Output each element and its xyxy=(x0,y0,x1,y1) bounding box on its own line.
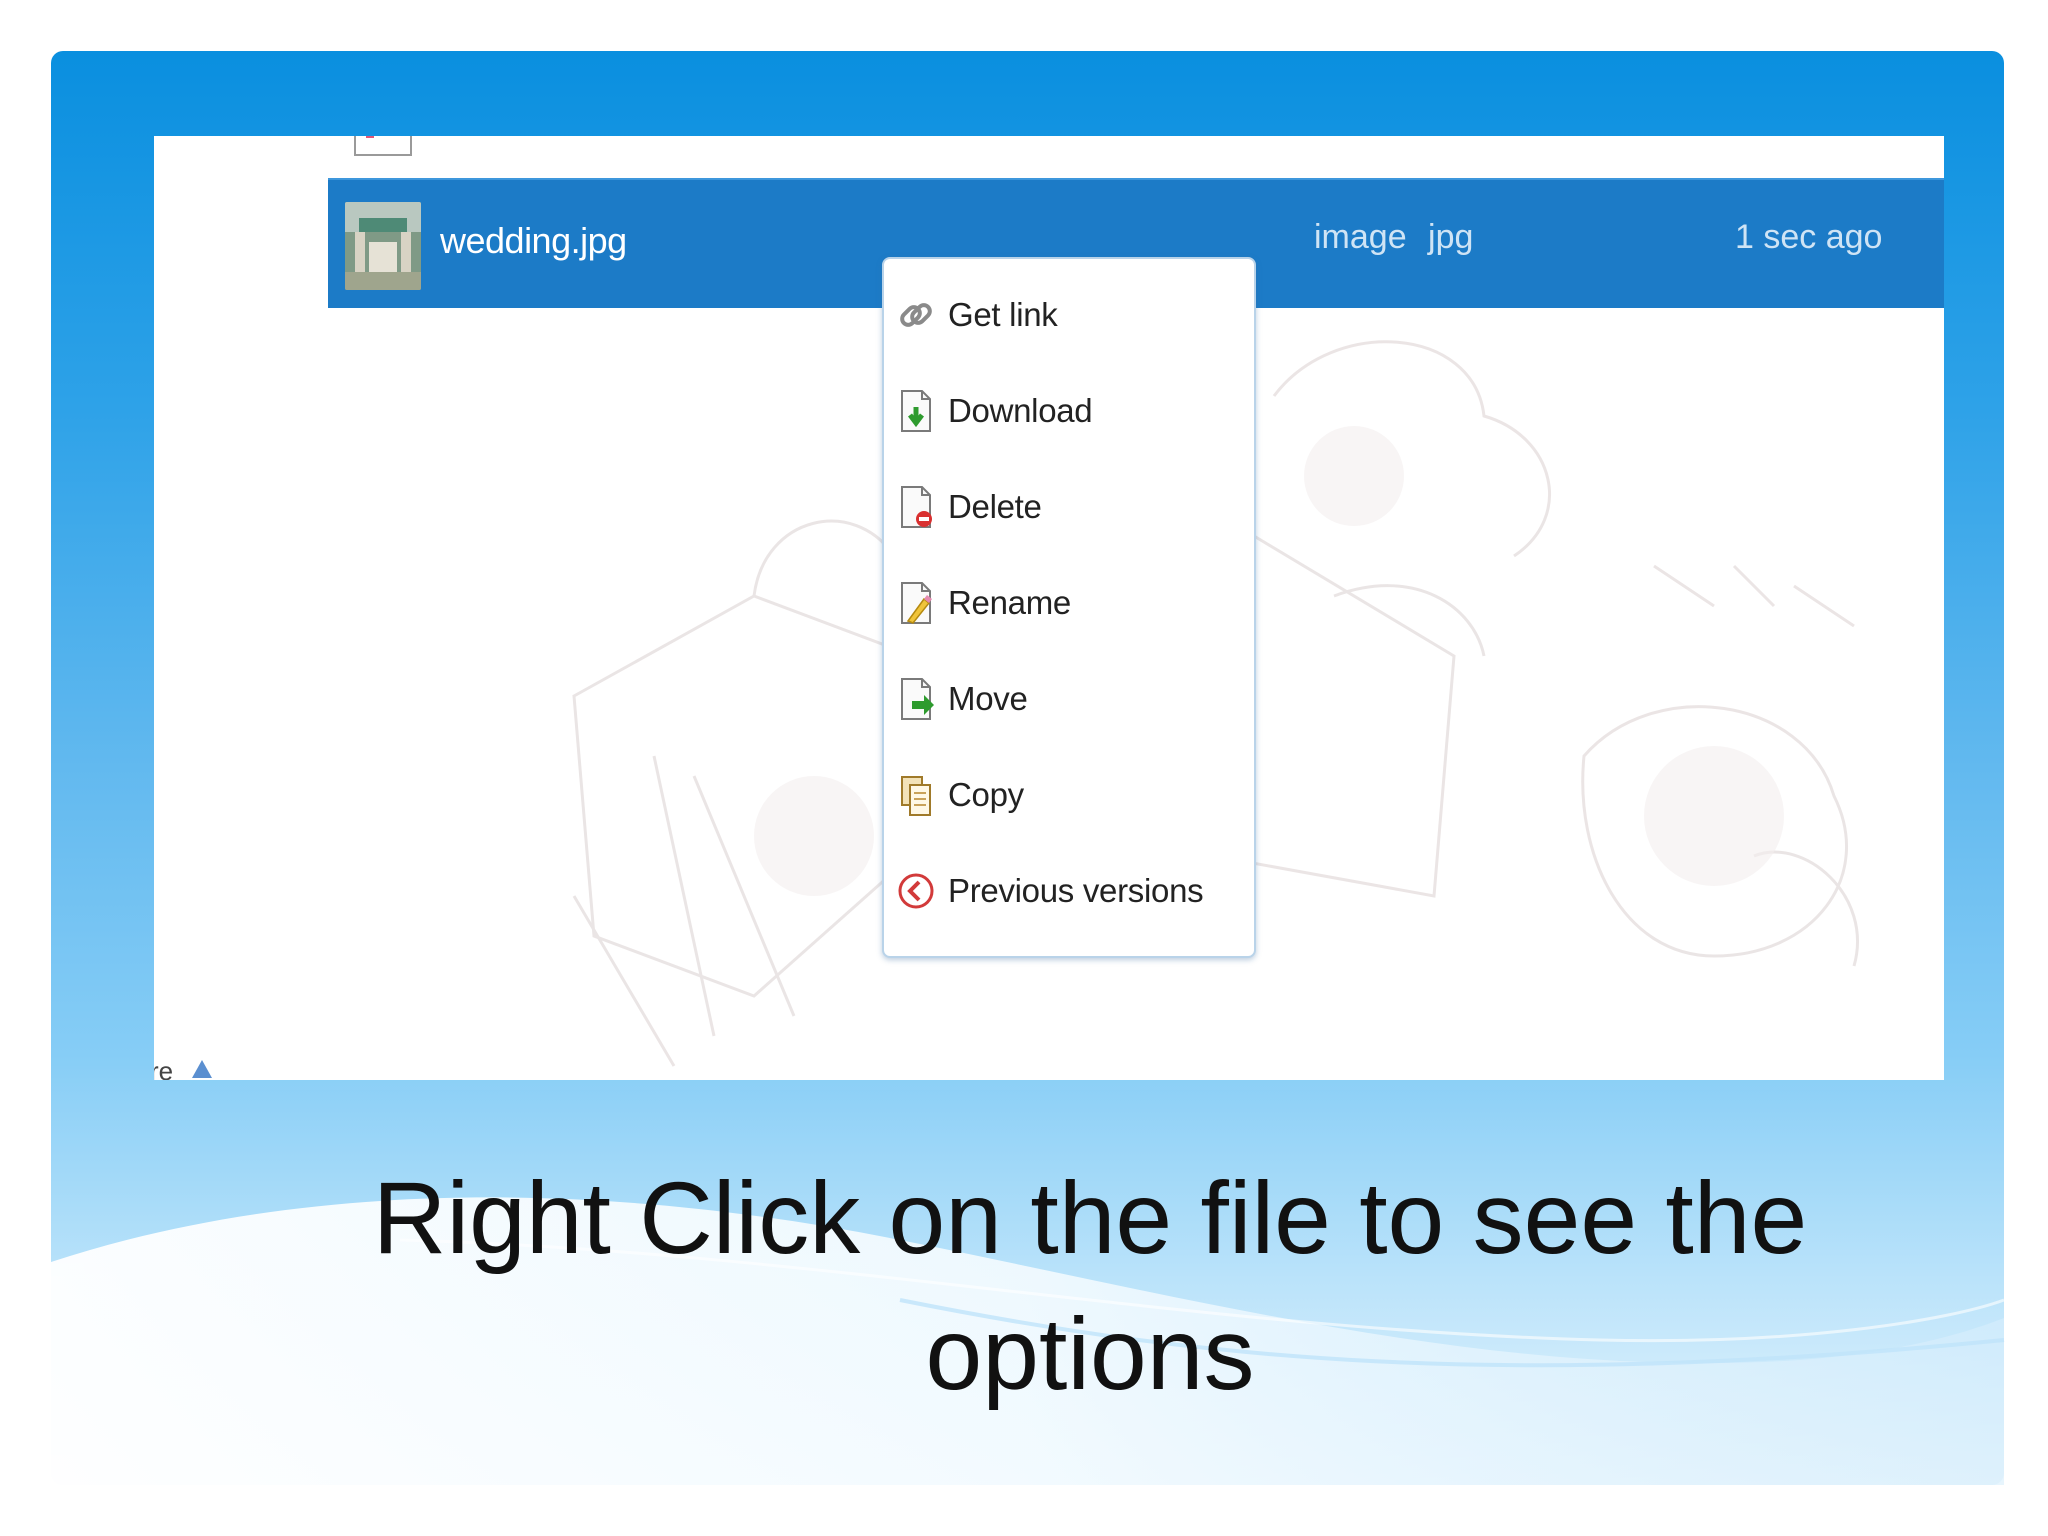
menu-label: Delete xyxy=(948,488,1042,525)
menu-label: Rename xyxy=(948,584,1071,621)
menu-item-rename[interactable]: Rename xyxy=(896,573,1242,633)
app-screenshot: wedding.jpg image jpg 1 sec ago Get link xyxy=(154,136,1944,1080)
menu-label: Previous versions xyxy=(948,872,1204,909)
menu-item-copy[interactable]: Copy xyxy=(896,765,1242,825)
menu-item-download[interactable]: Download xyxy=(896,381,1242,441)
menu-label: Download xyxy=(948,392,1093,429)
menu-label: Get link xyxy=(948,296,1058,333)
menu-item-get-link[interactable]: Get link xyxy=(896,285,1242,345)
image-thumbnail xyxy=(345,202,421,290)
sort-up-arrow-icon[interactable] xyxy=(192,1060,212,1078)
delete-icon xyxy=(896,485,936,529)
menu-item-move[interactable]: Move xyxy=(896,669,1242,729)
menu-label: Move xyxy=(948,680,1028,717)
file-modified-time: 1 sec ago xyxy=(1735,218,1883,256)
context-menu: Get link Download Delete Rename Move Cop… xyxy=(882,257,1256,958)
menu-item-delete[interactable]: Delete xyxy=(896,477,1242,537)
file-name: wedding.jpg xyxy=(440,220,627,261)
slide: wedding.jpg image jpg 1 sec ago Get link xyxy=(0,0,2048,1536)
file-type: image jpg xyxy=(1314,218,1474,256)
chain-link-icon xyxy=(896,293,936,337)
slide-caption: Right Click on the file to see the optio… xyxy=(372,1161,1808,1411)
rename-icon xyxy=(896,581,936,625)
previous-versions-icon xyxy=(896,869,936,913)
partial-column-label: re xyxy=(154,1056,174,1080)
menu-item-previous-versions[interactable]: Previous versions xyxy=(896,861,1242,921)
previous-file-icon xyxy=(354,136,412,156)
download-icon xyxy=(896,389,936,433)
move-icon xyxy=(896,677,936,721)
menu-label: Copy xyxy=(948,776,1024,813)
copy-icon xyxy=(896,773,936,817)
